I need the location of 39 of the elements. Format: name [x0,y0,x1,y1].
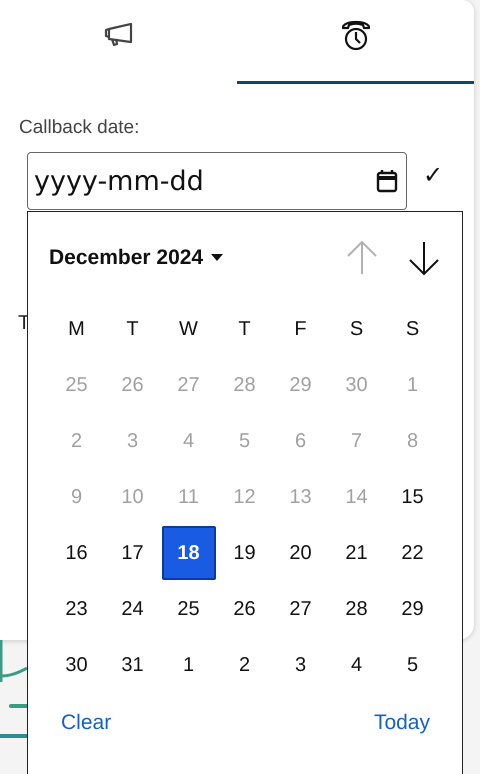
weekday-label: S [404,316,420,342]
weekday-label: W [178,316,199,342]
calendar-icon[interactable] [376,169,398,193]
weekday-label: M [67,316,86,342]
weekday-label: F [293,316,308,342]
day-cell[interactable]: 24 [106,582,160,636]
month-dropdown[interactable]: December 2024 [49,246,224,270]
confirm-mark[interactable]: ✓ [423,160,443,190]
day-cell[interactable]: 17 [106,526,160,580]
day-cell[interactable]: 28 [330,582,384,636]
date-field[interactable]: yyyy-mm-dd [27,152,407,210]
day-cell[interactable]: 18 [162,526,216,580]
day-cell[interactable]: 2 [218,638,272,692]
caret-icon [211,254,224,262]
day-cell[interactable]: 15 [386,470,440,524]
weekday-label: S [348,316,364,342]
day-cell[interactable]: 30 [50,638,104,692]
clear-button[interactable]: Clear [61,711,112,735]
day-cell[interactable]: 27 [274,582,328,636]
day-cell[interactable]: 5 [386,638,440,692]
down-arrow-icon[interactable] [408,240,440,276]
weekday-label: T [237,316,252,342]
day-cell[interactable]: 31 [106,638,160,692]
day-cell[interactable]: 21 [330,526,384,580]
field-label: Callback date: [19,116,140,140]
day-cell[interactable]: 23 [50,582,104,636]
day-cell[interactable]: 22 [386,526,440,580]
weekday-label: T [125,316,140,342]
day-cell[interactable]: 29 [386,582,440,636]
day-cell[interactable]: 26 [218,582,272,636]
day-cell[interactable]: 3 [274,638,328,692]
today-button[interactable]: Today [374,711,430,735]
day-cell[interactable]: 19 [218,526,272,580]
day-cell[interactable]: 16 [50,526,104,580]
day-cell[interactable]: 4 [330,638,384,692]
day-cell[interactable]: 20 [274,526,328,580]
day-cell[interactable]: 1 [162,638,216,692]
day-cell[interactable]: 25 [162,582,216,636]
megaphone-icon [104,20,134,46]
